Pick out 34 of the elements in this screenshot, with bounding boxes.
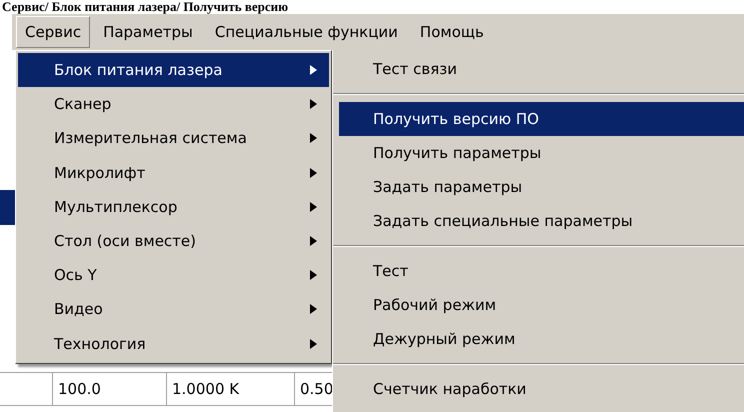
table-cell: 100.0 [52, 373, 167, 405]
menu-item[interactable]: Рабочий режим [333, 288, 744, 322]
menu-item[interactable]: Тест связи [333, 52, 744, 86]
menu-item[interactable]: Задать параметры [333, 170, 744, 204]
table-cell: 1.0000 K [167, 373, 295, 405]
menu-item[interactable]: Получить параметры [333, 136, 744, 170]
submenu-arrow-icon [310, 338, 317, 349]
page-caption: Сервис/ Блок питания лазера/ Получить версию [2, 0, 288, 14]
menu-item[interactable]: Специальные функции [206, 16, 407, 48]
menu-item[interactable]: Параметры [94, 16, 202, 48]
submenu-arrow-icon [310, 304, 317, 314]
menu-item[interactable]: Мультиплексор [18, 190, 329, 224]
submenu-arrow-icon [310, 168, 317, 178]
menu-item[interactable]: Блок питания лазера [18, 53, 329, 88]
menu-item[interactable]: Сервис [16, 16, 90, 48]
menu-item[interactable]: Сканер [18, 87, 329, 122]
menu-item[interactable]: Ось Y [18, 258, 329, 292]
menu-item[interactable]: Технология [18, 326, 329, 361]
menu-item[interactable]: Получить версию ПО [339, 102, 744, 136]
submenu-arrow-icon [310, 270, 317, 280]
menu-item[interactable]: Измерительная система [18, 121, 329, 156]
submenu-arrow-icon [310, 202, 317, 212]
menu-item[interactable]: Задать специальные параметры [333, 204, 744, 238]
submenu-arrow-icon [310, 65, 317, 76]
menu-item[interactable]: Помощь [410, 16, 493, 48]
submenu-arrow-icon [310, 99, 317, 110]
submenu-arrow-icon [310, 236, 317, 246]
menu-item[interactable]: Стол (оси вместе) [18, 224, 329, 258]
menu-item[interactable]: Тест [333, 254, 744, 288]
selected-row[interactable] [0, 190, 15, 225]
menu-item[interactable]: Дежурный режим [333, 322, 744, 356]
submenu-arrow-icon [310, 133, 317, 144]
menu-item[interactable]: Микролифт [18, 156, 329, 190]
menu-item[interactable]: Видео [18, 292, 329, 326]
